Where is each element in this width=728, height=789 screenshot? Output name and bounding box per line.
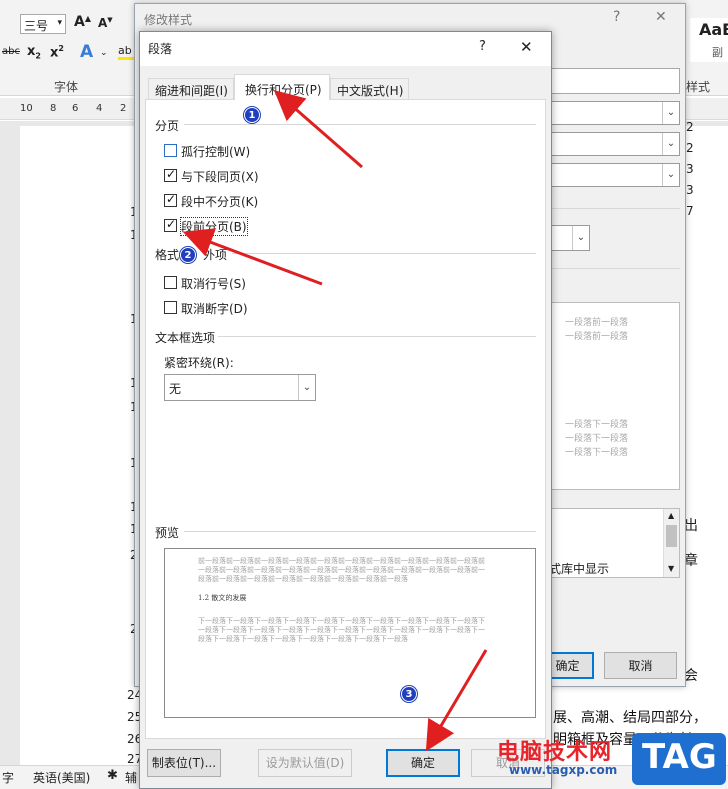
step-badge: 3 <box>401 686 417 702</box>
watermark-site-name: 电脑技术网 <box>497 740 613 765</box>
arrow-to-ok <box>425 649 488 752</box>
step-badge: 1 <box>244 107 260 123</box>
watermark-logo: TAG <box>632 733 726 785</box>
arrow-to-tab <box>273 90 363 169</box>
step-badge: 2 <box>180 247 196 263</box>
watermark-tag: TAG <box>642 737 717 777</box>
watermark-url: www.tagxp.com <box>509 763 618 777</box>
annotation-arrows <box>182 90 488 752</box>
arrow-to-checkbox <box>182 228 323 286</box>
